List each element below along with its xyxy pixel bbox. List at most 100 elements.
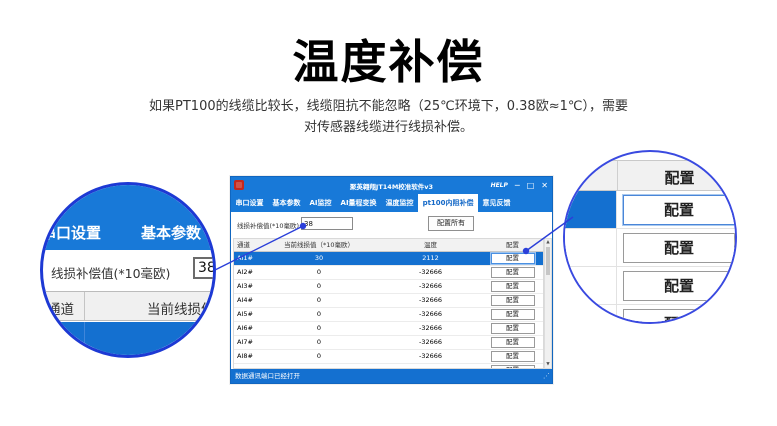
table-row[interactable]: AI5#0-32666配置 — [234, 308, 543, 322]
tab-feedback[interactable]: 意见反馈 — [478, 194, 515, 212]
table-row[interactable]: AI6#0-32666 配置 — [234, 322, 543, 336]
table-scrollbar[interactable]: ▲ ▼ — [544, 238, 552, 369]
config-button[interactable]: 配置 — [491, 337, 535, 348]
right-magnifier-callout: 配置 配置配置配置配置 — [563, 150, 737, 324]
magnified-tab-basic: 基本参数 — [141, 222, 201, 243]
left-magnifier-callout: 串口设置 基本参数 线损补偿值(*10毫欧) 通道 当前线损值 — [40, 182, 216, 358]
table-row[interactable]: AI4#0-32666 配置 — [234, 294, 543, 308]
cell-temperature: -32666 — [379, 350, 482, 363]
cell-temperature: -32666 — [379, 308, 482, 321]
magnified-config-button[interactable]: 配置 — [623, 271, 735, 301]
magnified-left-cell — [565, 229, 617, 266]
magnified-compensation-label: 线损补偿值(*10毫欧) — [51, 263, 170, 282]
cell-line-loss: 0 — [259, 308, 379, 321]
cell-line-loss: 0 — [259, 294, 379, 307]
cell-temperature: 2112 — [379, 252, 482, 265]
compensation-input[interactable] — [301, 217, 353, 230]
cell-temperature: -32666 — [379, 266, 482, 279]
table-header-row: 通道 当前线损值（*10毫欧） 温度 配置 — [234, 239, 543, 252]
maximize-icon[interactable]: □ — [527, 177, 535, 194]
header-line-loss: 当前线损值（*10毫欧） — [259, 239, 379, 251]
cell-line-loss: 0 — [259, 350, 379, 363]
cell-channel: AI4# — [234, 294, 259, 307]
config-button[interactable]: 配置 — [491, 267, 535, 278]
tab-temp-monitor[interactable]: 温度监控 — [381, 194, 418, 212]
cell-channel: AI2# — [234, 266, 259, 279]
magnified-header-channel: 通道 — [47, 298, 74, 318]
config-button[interactable]: 配置 — [491, 323, 535, 334]
magnified-config-button[interactable]: 配置 — [623, 233, 735, 263]
magnified-config-row: 配置 — [565, 267, 737, 305]
cell-channel: AI6# — [234, 322, 259, 335]
config-button[interactable]: 配置 — [491, 253, 535, 264]
channel-table-body: AI1#302112配置AI2#0-32666配置AI3#0-32666配置AI… — [234, 252, 543, 369]
cell-channel: AI3# — [234, 280, 259, 293]
cell-config: 配置 — [482, 252, 543, 265]
header-config: 配置 — [482, 239, 543, 251]
window-titlebar: 聚英翱翔JT14M校准软件v3 HELP ─ □ ✕ — [231, 177, 552, 194]
magnified-selected-row — [43, 322, 216, 358]
cell-config: 配置 — [482, 350, 543, 363]
header-channel: 通道 — [234, 239, 259, 251]
close-icon[interactable]: ✕ — [541, 177, 548, 194]
header-temperature: 温度 — [379, 239, 482, 251]
magnified-compensation-input — [193, 257, 216, 279]
table-row[interactable]: AI3#0-32666配置 — [234, 280, 543, 294]
column-divider — [84, 292, 85, 320]
config-button[interactable]: 配置 — [491, 281, 535, 292]
right-callout-rows: 配置配置配置配置 — [565, 191, 737, 324]
tab-ai-range-convert[interactable]: AI量程变换 — [336, 194, 381, 212]
magnified-left-cell — [565, 191, 617, 228]
magnified-config-row: 配置 — [565, 229, 737, 267]
config-button[interactable]: 配置 — [491, 309, 535, 320]
page-title: 温度补偿 — [0, 26, 777, 92]
cell-channel: AI7# — [234, 336, 259, 349]
cell-temperature: -32666 — [379, 294, 482, 307]
cell-temperature: -32666 — [379, 336, 482, 349]
magnified-tab-serial: 串口设置 — [41, 222, 101, 243]
magnified-config-header: 配置 — [565, 160, 737, 191]
status-bar: 数据通讯端口已经打开 ⋰ — [231, 369, 552, 383]
cell-channel: AI1# — [234, 252, 259, 265]
compensation-label: 线损补偿值(*10毫欧) — [237, 220, 299, 230]
magnified-config-button[interactable]: 配置 — [623, 309, 735, 324]
magnified-config-button[interactable]: 配置 — [623, 195, 735, 225]
cell-line-loss: 0 — [259, 280, 379, 293]
minimize-icon[interactable]: ─ — [515, 177, 520, 194]
cell-line-loss: 0 — [259, 336, 379, 349]
compensation-toolbar: 线损补偿值(*10毫欧) 配置所有 — [231, 212, 552, 238]
cell-temperature: -32666 — [379, 322, 482, 335]
scroll-down-icon[interactable]: ▼ — [545, 362, 551, 367]
tab-ai-monitor[interactable]: AI监控 — [305, 194, 336, 212]
cell-config: 配置 — [482, 294, 543, 307]
cell-line-loss: 0 — [259, 322, 379, 335]
cell-config: 配置 — [482, 336, 543, 349]
main-tab-bar: 串口设置基本参数AI监控AI量程变换温度监控pt100内阻补偿意见反馈 — [231, 194, 552, 212]
scroll-up-icon[interactable]: ▲ — [545, 240, 551, 245]
config-button[interactable]: 配置 — [491, 295, 535, 306]
scrollbar-thumb[interactable] — [546, 247, 550, 275]
cell-config: 配置 — [482, 322, 543, 335]
cell-config: 配置 — [482, 280, 543, 293]
calibration-app-window: 聚英翱翔JT14M校准软件v3 HELP ─ □ ✕ 串口设置基本参数AI监控A… — [230, 176, 553, 384]
table-row[interactable]: AI2#0-32666 配置 — [234, 266, 543, 280]
table-row[interactable]: AI7#0-32666 配置 — [234, 336, 543, 350]
tab-serial-settings[interactable]: 串口设置 — [231, 194, 268, 212]
column-divider — [617, 161, 618, 190]
cell-channel: AI8# — [234, 350, 259, 363]
tab-pt100-compensation[interactable]: pt100内阻补偿 — [418, 194, 478, 212]
cell-line-loss: 30 — [259, 252, 379, 265]
configure-all-button[interactable]: 配置所有 — [428, 216, 474, 231]
subtitle-line-1: 如果PT100的线缆比较长，线缆阻抗不能忽略（25℃环境下，0.38欧≈1℃），… — [0, 96, 777, 117]
magnified-left-cell — [565, 267, 617, 304]
table-row[interactable]: AI1#302112 配置 — [234, 252, 543, 266]
help-button[interactable]: HELP — [491, 182, 508, 189]
config-button[interactable]: 配置 — [491, 351, 535, 362]
magnified-config-row: 配置 — [565, 305, 737, 324]
cell-config: 配置 — [482, 266, 543, 279]
table-row[interactable]: AI8#0-32666 配置 — [234, 350, 543, 364]
channel-table: 通道 当前线损值（*10毫欧） 温度 配置 AI1#302112配置AI2#0-… — [233, 238, 544, 369]
tab-basic-params[interactable]: 基本参数 — [268, 194, 305, 212]
subtitle-line-2: 对传感器线缆进行线损补偿。 — [0, 117, 777, 138]
cell-line-loss: 0 — [259, 266, 379, 279]
